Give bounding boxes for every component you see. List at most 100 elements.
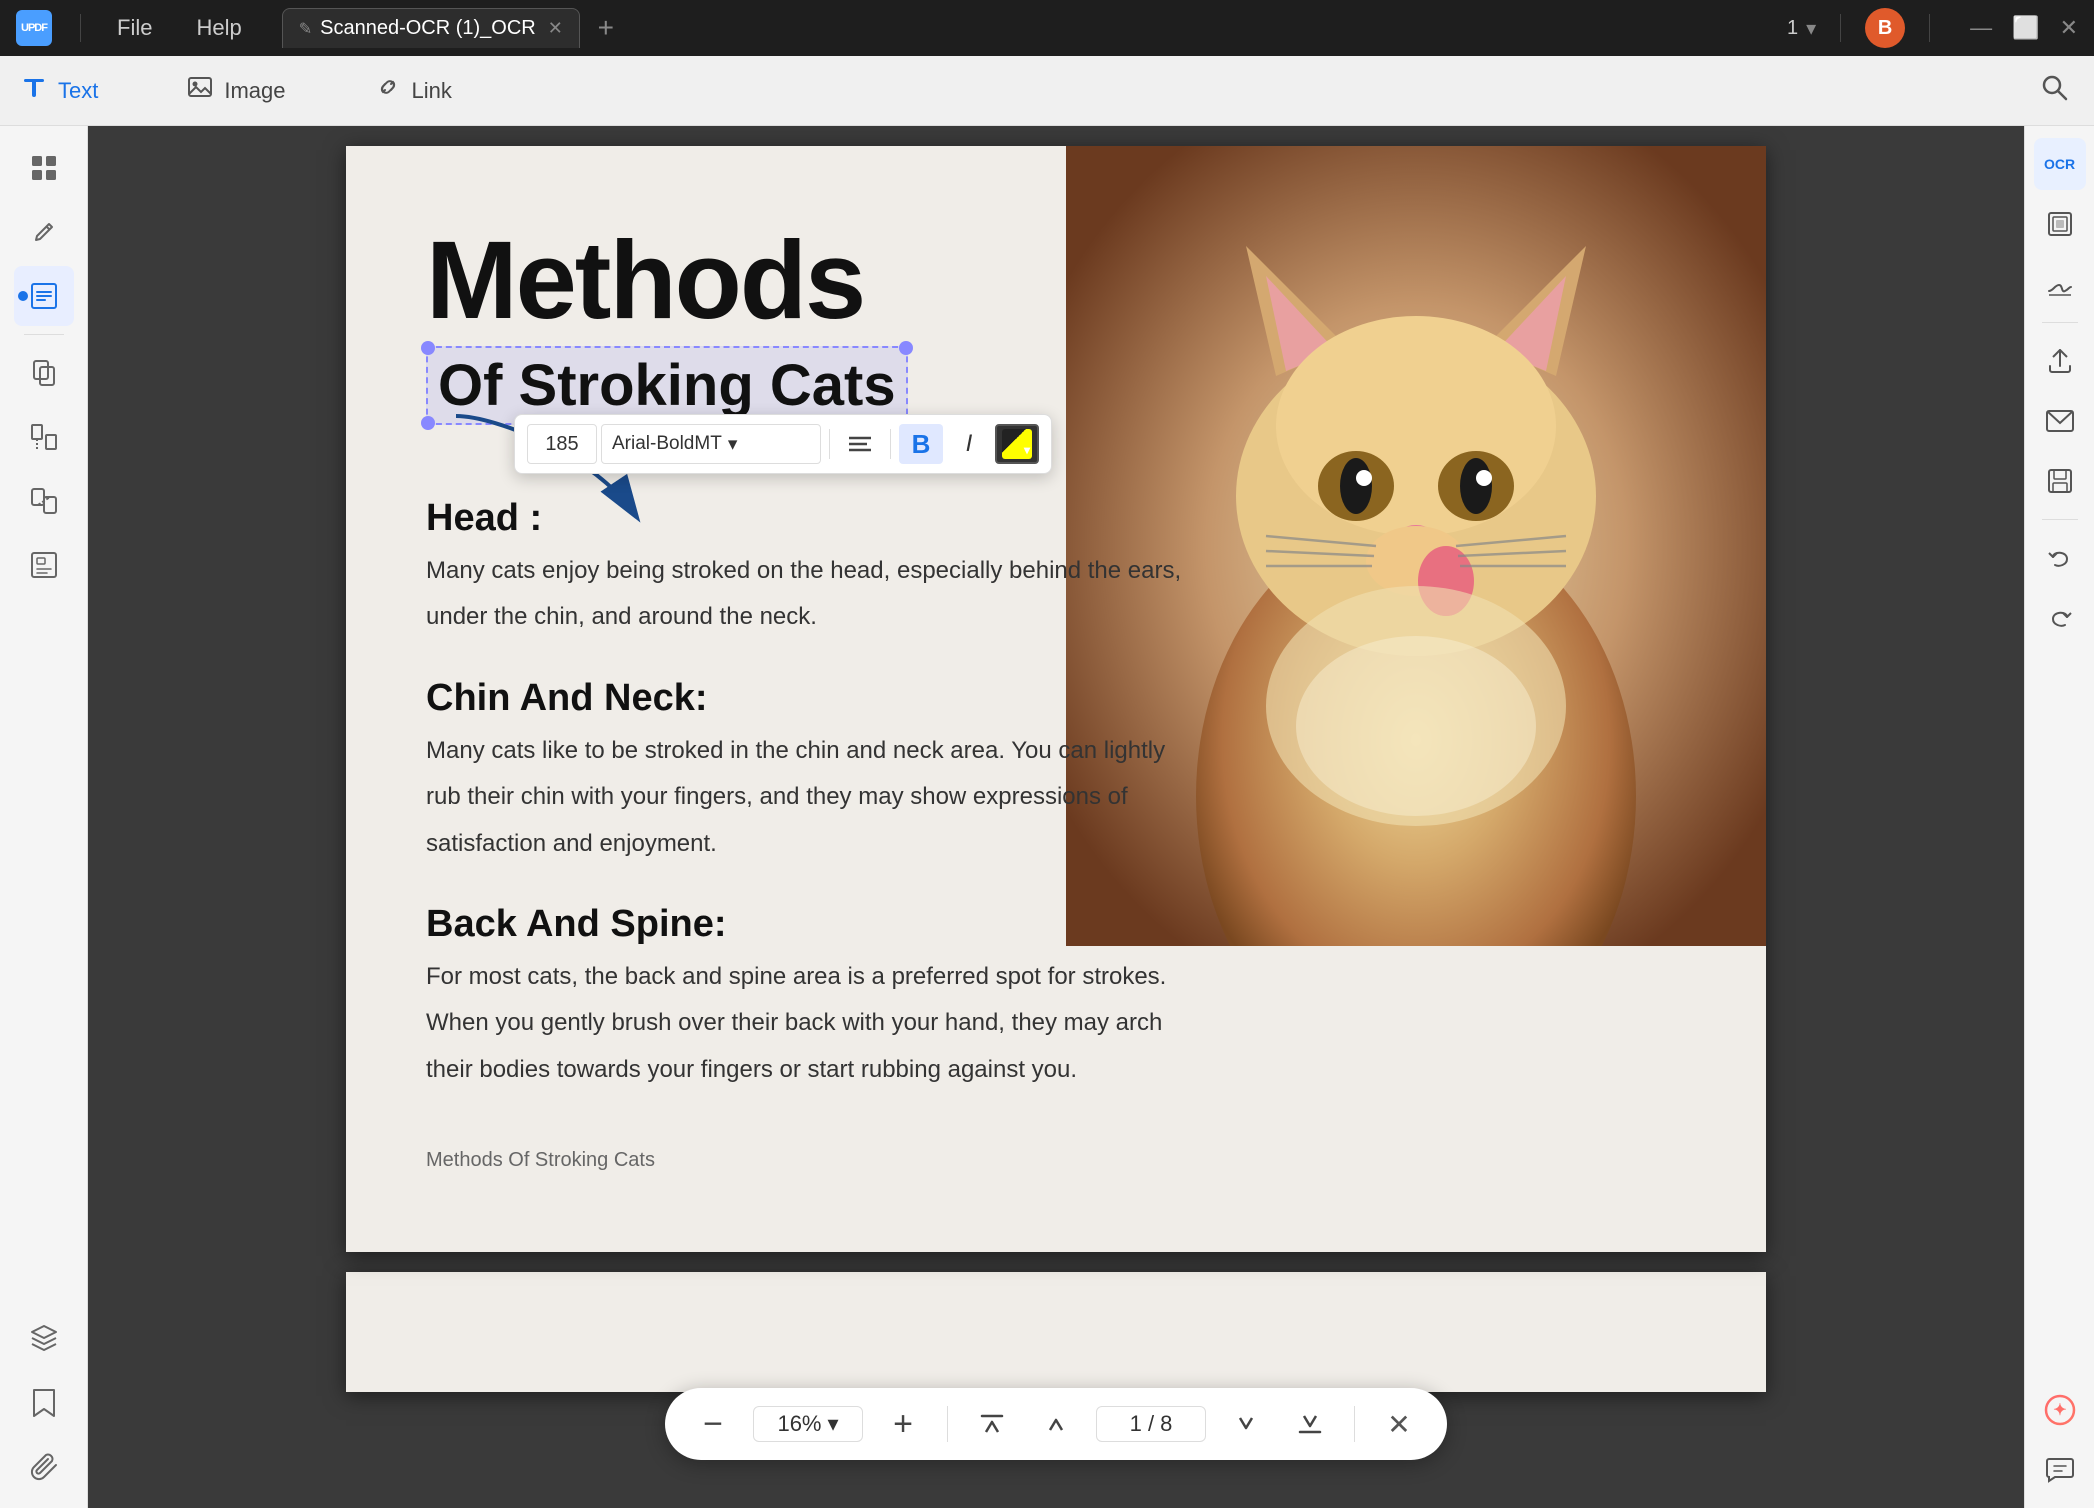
page-nav: 1 ▾	[1787, 16, 1816, 41]
page-to-bottom-button[interactable]	[1286, 1400, 1334, 1448]
maximize-button[interactable]: ⬜	[2012, 15, 2039, 41]
main-toolbar: Text Image Link	[0, 56, 2094, 126]
sidebar-convert[interactable]	[14, 471, 74, 531]
left-sidebar	[0, 126, 88, 1508]
right-save-button[interactable]	[2034, 455, 2086, 507]
right-sidebar: OCR	[2024, 126, 2094, 1508]
zoom-in-button[interactable]: +	[879, 1400, 927, 1448]
zoom-out-button[interactable]: −	[689, 1400, 737, 1448]
section2-text1: Many cats like to be stroked in the chin…	[426, 732, 1686, 770]
window-controls: — ⬜ ✕	[1970, 15, 2078, 41]
page-down-button[interactable]	[1222, 1400, 1270, 1448]
section2-text2: rub their chin with your fingers, and th…	[426, 778, 1686, 816]
svg-text:✦: ✦	[2053, 1402, 2066, 1419]
selection-handle-tr	[899, 341, 913, 355]
tab-close-button[interactable]: ✕	[548, 18, 563, 39]
close-toolbar-button[interactable]: ✕	[1375, 1400, 1423, 1448]
right-upload-button[interactable]	[2034, 335, 2086, 387]
sidebar-bottom	[14, 1308, 74, 1496]
bottom-divider-1	[947, 1406, 948, 1442]
pdf-page-2	[346, 1272, 1766, 1392]
section2-text3: satisfaction and enjoyment.	[426, 825, 1686, 863]
selection-handle-bl	[421, 416, 435, 430]
toolbar-divider-2	[890, 429, 891, 459]
image-tool-label: Image	[224, 78, 285, 104]
page-info-display: 1 / 8	[1096, 1406, 1206, 1442]
toolbar-right	[2038, 71, 2070, 110]
sidebar-edit[interactable]	[14, 202, 74, 262]
menu-help[interactable]: Help	[180, 9, 257, 47]
image-tool-icon	[186, 73, 214, 108]
tab-bar: ✎ Scanned-OCR (1)_OCR ✕ +	[282, 8, 1775, 48]
right-divider-1	[2042, 322, 2078, 323]
section1-title: Head :	[426, 497, 1686, 540]
logo-icon: UPDF	[16, 10, 52, 46]
link-tool-icon	[374, 73, 402, 108]
menu-file[interactable]: File	[101, 9, 168, 47]
section3-text1: For most cats, the back and spine area i…	[426, 958, 1686, 996]
sidebar-annotate[interactable]	[14, 266, 74, 326]
main-layout: 185 Arial-BoldMT ▾ B I	[0, 126, 2094, 1508]
italic-button[interactable]: I	[947, 424, 991, 464]
user-avatar[interactable]: B	[1865, 8, 1905, 48]
right-sign-button[interactable]	[2034, 258, 2086, 310]
font-family-arrow: ▾	[728, 433, 738, 456]
right-undo-button[interactable]	[2034, 532, 2086, 584]
toolbar-divider-1	[829, 429, 830, 459]
right-mail-button[interactable]	[2034, 395, 2086, 447]
font-size-input[interactable]: 185	[527, 424, 597, 464]
bottom-divider-2	[1354, 1406, 1355, 1442]
tab-current[interactable]: ✎ Scanned-OCR (1)_OCR ✕	[282, 8, 580, 48]
toolbar-image[interactable]: Image	[166, 65, 305, 116]
ocr-label: OCR	[2044, 156, 2075, 172]
sidebar-pages[interactable]	[14, 343, 74, 403]
add-tab-button[interactable]: +	[588, 10, 624, 46]
sidebar-divider-1	[24, 334, 64, 335]
pdf-subtitle: Of Stroking Cats	[438, 352, 896, 419]
bold-button[interactable]: B	[899, 424, 943, 464]
right-ai-button[interactable]: ✦	[2034, 1384, 2086, 1436]
search-button[interactable]	[2038, 71, 2070, 110]
sidebar-organize[interactable]	[14, 407, 74, 467]
zoom-level-display[interactable]: 16% ▾	[753, 1406, 863, 1442]
text-tool-icon	[20, 73, 48, 108]
sidebar-forms[interactable]	[14, 535, 74, 595]
right-redo-button[interactable]	[2034, 592, 2086, 644]
section1-text1: Many cats enjoy being stroked on the hea…	[426, 552, 1686, 590]
page-up-button[interactable]	[1032, 1400, 1080, 1448]
font-family-selector[interactable]: Arial-BoldMT ▾	[601, 424, 821, 464]
align-button[interactable]	[838, 424, 882, 464]
link-tool-label: Link	[412, 78, 452, 104]
section1-text2: under the chin, and around the neck.	[426, 598, 1686, 636]
right-chat-button[interactable]	[2034, 1444, 2086, 1496]
sidebar-attachment[interactable]	[14, 1436, 74, 1496]
nav-divider	[1840, 14, 1841, 42]
page-current: 1	[1787, 17, 1798, 40]
bottom-toolbar: − 16% ▾ + 1 / 8	[665, 1388, 1447, 1460]
close-button[interactable]: ✕	[2060, 15, 2078, 41]
active-indicator	[18, 291, 28, 301]
page-to-top-button[interactable]	[968, 1400, 1016, 1448]
sidebar-thumbnails[interactable]	[14, 138, 74, 198]
zoom-dropdown-arrow: ▾	[828, 1411, 839, 1437]
content-area[interactable]: 185 Arial-BoldMT ▾ B I	[88, 126, 2024, 1508]
toolbar-text[interactable]: Text	[0, 65, 118, 116]
tab-title: Scanned-OCR (1)_OCR	[320, 17, 536, 40]
titlebar-right: 1 ▾ B — ⬜ ✕	[1787, 8, 2078, 48]
app-logo[interactable]: UPDF	[16, 10, 52, 46]
right-ocr-button[interactable]: OCR	[2034, 138, 2086, 190]
color-picker-button[interactable]: ▾	[995, 424, 1039, 464]
section3-title: Back And Spine:	[426, 903, 1686, 946]
text-tool-label: Text	[58, 78, 98, 104]
zoom-value: 16%	[777, 1411, 821, 1437]
page-nav-arrow[interactable]: ▾	[1806, 16, 1816, 41]
tab-edit-icon: ✎	[299, 19, 312, 39]
section3-text3: their bodies towards your fingers or sta…	[426, 1051, 1686, 1089]
sidebar-bookmark[interactable]	[14, 1372, 74, 1432]
right-scan-button[interactable]	[2034, 198, 2086, 250]
sidebar-layers[interactable]	[14, 1308, 74, 1368]
section2-title: Chin And Neck:	[426, 677, 1686, 720]
toolbar-link[interactable]: Link	[354, 65, 472, 116]
minimize-button[interactable]: —	[1970, 15, 1992, 41]
text-edit-toolbar: 185 Arial-BoldMT ▾ B I	[514, 414, 1052, 474]
